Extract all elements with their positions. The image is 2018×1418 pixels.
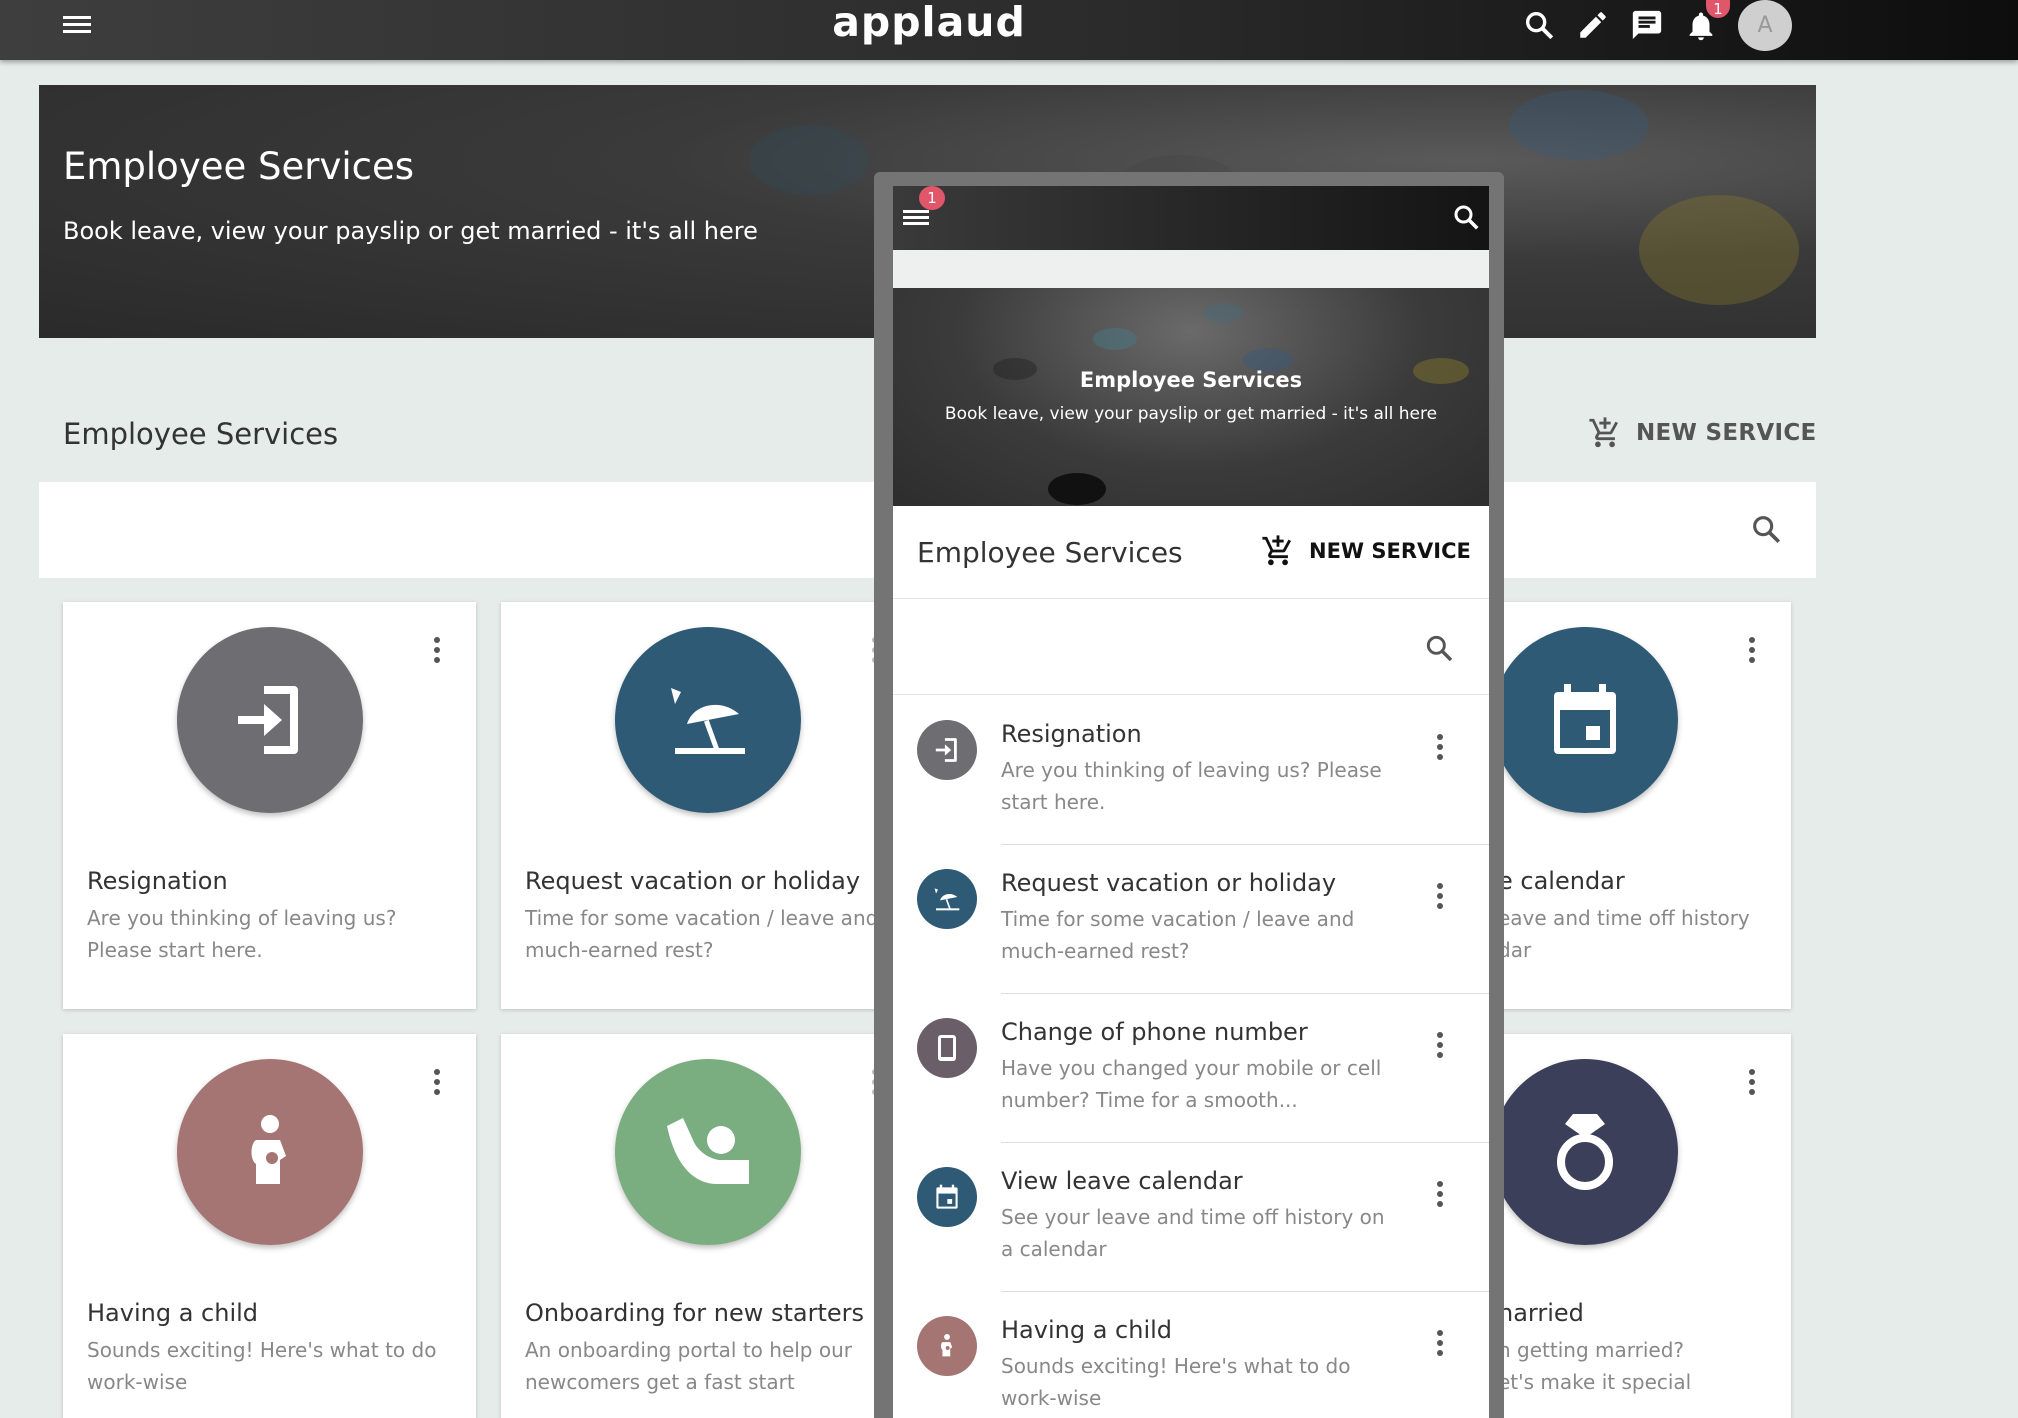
section-title: Employee Services <box>63 417 339 451</box>
list-item[interactable]: Request vacation or holiday Time for som… <box>893 845 1489 993</box>
divider <box>893 598 1489 599</box>
beach-icon <box>917 869 977 929</box>
resignation-icon <box>177 627 363 813</box>
list-item[interactable]: Having a child Sounds exciting! Here's w… <box>893 1292 1489 1418</box>
mobile-top-bar: 1 <box>893 186 1489 250</box>
pregnant-icon <box>177 1059 363 1245</box>
mobile-spacer <box>893 250 1489 288</box>
new-service-label: NEW SERVICE <box>1309 539 1471 563</box>
card-title: Request vacation or holiday <box>525 867 861 895</box>
more-options-icon[interactable] <box>1436 1330 1444 1356</box>
mobile-preview-screen: 1 Employee Services Book leave, view you… <box>893 186 1489 1418</box>
list-item-description: Sounds exciting! Here's what to do work-… <box>1001 1354 1351 1410</box>
card-description: Are you thinking of leaving us? Please s… <box>87 906 397 962</box>
card-title: narried <box>1498 1299 1584 1327</box>
new-service-label: NEW SERVICE <box>1636 420 1817 446</box>
card-description: Sounds exciting! Here's what to do work-… <box>87 1338 437 1394</box>
list-item-description: Are you thinking of leaving us? Please s… <box>1001 758 1382 814</box>
list-item-title: Change of phone number <box>1001 1018 1308 1046</box>
more-options-icon[interactable] <box>433 637 441 663</box>
onboarding-icon <box>615 1059 801 1245</box>
search-icon[interactable] <box>1522 8 1556 42</box>
mobile-hero-banner: Employee Services Book leave, view your … <box>893 288 1489 506</box>
ring-icon <box>1492 1059 1678 1245</box>
top-app-bar: applaud 1 A <box>0 0 2018 60</box>
pregnant-icon <box>917 1316 977 1376</box>
more-options-icon[interactable] <box>1436 1181 1444 1207</box>
phone-icon <box>917 1018 977 1078</box>
service-card-resignation[interactable]: Resignation Are you thinking of leaving … <box>63 602 476 1009</box>
chat-icon[interactable] <box>1630 8 1664 42</box>
more-options-icon[interactable] <box>1436 1032 1444 1058</box>
edit-icon[interactable] <box>1576 8 1610 42</box>
card-title: Resignation <box>87 867 228 895</box>
more-options-icon[interactable] <box>433 1069 441 1095</box>
list-item-description: Have you changed your mobile or cell num… <box>1001 1056 1382 1112</box>
add-cart-icon <box>1261 534 1295 568</box>
more-options-icon[interactable] <box>1436 883 1444 909</box>
card-description: Time for some vacation / leave and much-… <box>525 906 879 962</box>
search-icon[interactable] <box>1451 202 1481 232</box>
card-title: Having a child <box>87 1299 259 1327</box>
add-cart-icon <box>1588 416 1622 450</box>
mobile-hero-subtitle: Book leave, view your payslip or get mar… <box>944 404 1438 424</box>
divider <box>893 694 1489 695</box>
list-item-title: View leave calendar <box>1001 1167 1243 1195</box>
resignation-icon <box>917 720 977 780</box>
service-card-vacation[interactable]: Request vacation or holiday Time for som… <box>501 602 914 1009</box>
list-item-title: Resignation <box>1001 720 1142 748</box>
list-item[interactable]: Resignation Are you thinking of leaving … <box>893 696 1489 844</box>
mobile-section-title: Employee Services <box>917 536 1183 569</box>
card-description: An onboarding portal to help our newcome… <box>525 1338 852 1394</box>
list-item-title: Having a child <box>1001 1316 1173 1344</box>
search-icon[interactable] <box>1749 512 1783 546</box>
card-description: eave and time off history dar <box>1498 906 1750 962</box>
hero-subtitle: Book leave, view your payslip or get mar… <box>63 217 758 245</box>
service-card-having-child[interactable]: Having a child Sounds exciting! Here's w… <box>63 1034 476 1418</box>
list-item-description: Time for some vacation / leave and much-… <box>1001 907 1355 963</box>
search-icon[interactable] <box>1423 632 1455 664</box>
notification-badge: 1 <box>919 186 945 210</box>
list-item-description: See your leave and time off history on a… <box>1001 1205 1385 1261</box>
new-service-button[interactable]: NEW SERVICE <box>1588 416 1817 450</box>
card-title: Onboarding for new starters <box>525 1299 865 1327</box>
service-card-onboarding[interactable]: Onboarding for new starters An onboardin… <box>501 1034 914 1418</box>
list-item-title: Request vacation or holiday <box>1001 869 1337 897</box>
card-description: n getting married? et's make it special <box>1498 1338 1692 1394</box>
more-options-icon[interactable] <box>1436 734 1444 760</box>
calendar-icon <box>917 1167 977 1227</box>
hero-title: Employee Services <box>63 145 415 188</box>
beach-icon <box>615 627 801 813</box>
mobile-hero-title: Employee Services <box>1079 368 1303 392</box>
more-options-icon[interactable] <box>1748 637 1756 663</box>
more-options-icon[interactable] <box>1748 1069 1756 1095</box>
avatar[interactable]: A <box>1738 0 1792 51</box>
list-item[interactable]: View leave calendar See your leave and t… <box>893 1143 1489 1291</box>
card-title: e calendar <box>1498 867 1625 895</box>
list-item[interactable]: Change of phone number Have you changed … <box>893 994 1489 1142</box>
calendar-icon <box>1492 627 1678 813</box>
mobile-new-service-button[interactable]: NEW SERVICE <box>1261 534 1471 568</box>
